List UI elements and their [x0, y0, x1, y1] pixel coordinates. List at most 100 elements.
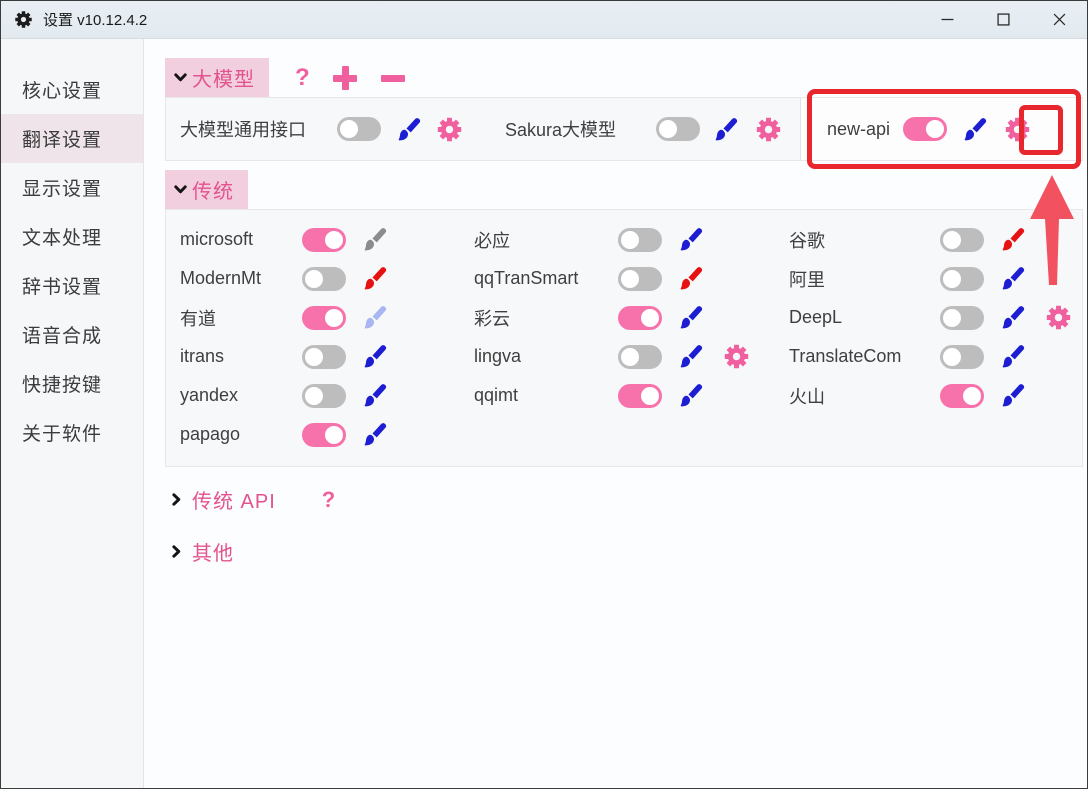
brush-icon[interactable] — [961, 116, 988, 143]
toggle-knob — [325, 309, 343, 327]
close-button[interactable] — [1031, 1, 1087, 38]
brush-icon[interactable] — [999, 343, 1026, 370]
service-toggle[interactable] — [618, 306, 662, 330]
settings-window: 设置 v10.12.4.2 核心设置 翻译设置 显示设置 文本处理 辞书设置 语… — [0, 0, 1088, 789]
traditional-api-help-button[interactable]: ? — [322, 489, 335, 511]
brush-icon[interactable] — [999, 382, 1026, 409]
service-label: 谷歌 — [789, 227, 940, 253]
llm-section-header: 大模型 ? — [165, 58, 1083, 97]
service-label: lingva — [474, 346, 618, 367]
toggle-knob — [641, 309, 659, 327]
remove-llm-button[interactable] — [380, 65, 406, 91]
brush-icon[interactable] — [999, 265, 1026, 292]
sidebar-item-core[interactable]: 核心设置 — [1, 65, 143, 114]
brush-icon[interactable] — [677, 265, 704, 292]
brush-icon[interactable] — [999, 304, 1026, 331]
gear-icon[interactable] — [1045, 304, 1072, 331]
sidebar-item-tts[interactable]: 语音合成 — [1, 310, 143, 359]
brush-icon[interactable] — [999, 226, 1026, 253]
service-row: lingva — [460, 337, 775, 376]
llm-section-title: 大模型 — [192, 63, 255, 92]
toggle-knob — [621, 231, 639, 249]
service-label: itrans — [180, 346, 302, 367]
gear-icon[interactable] — [436, 116, 463, 143]
sidebar-item-about[interactable]: 关于软件 — [1, 408, 143, 457]
service-row: yandex — [166, 376, 460, 415]
service-label: qqimt — [474, 385, 618, 406]
main-content: 大模型 ? 大模型通用接口 Sakura大模型 — [144, 39, 1087, 789]
llm-help-button[interactable]: ? — [295, 66, 310, 90]
other-section-header[interactable]: 其他 — [169, 537, 1083, 566]
gear-icon[interactable] — [755, 116, 782, 143]
service-label: qqTranSmart — [474, 268, 618, 289]
brush-icon[interactable] — [361, 265, 388, 292]
maximize-icon — [997, 13, 1010, 26]
brush-icon[interactable] — [361, 343, 388, 370]
sidebar-item-display[interactable]: 显示设置 — [1, 163, 143, 212]
service-toggle[interactable] — [302, 384, 346, 408]
service-toggle[interactable] — [302, 228, 346, 252]
service-row: qqTranSmart — [460, 259, 775, 298]
service-toggle[interactable] — [302, 423, 346, 447]
service-toggle[interactable] — [618, 384, 662, 408]
service-label: new-api — [827, 119, 903, 140]
service-toggle[interactable] — [940, 228, 984, 252]
service-row-llm-generic: 大模型通用接口 — [166, 116, 463, 143]
toggle-knob — [641, 387, 659, 405]
brush-icon[interactable] — [361, 226, 388, 253]
service-toggle[interactable] — [656, 117, 700, 141]
service-row: 彩云 — [460, 298, 775, 337]
service-row: papago — [166, 415, 460, 454]
sidebar-item-text-processing[interactable]: 文本处理 — [1, 212, 143, 261]
toggle-knob — [305, 387, 323, 405]
add-llm-button[interactable] — [332, 65, 358, 91]
service-row: 谷歌 — [775, 220, 1082, 259]
toggle-knob — [621, 270, 639, 288]
traditional-section-toggle[interactable]: 传统 — [165, 170, 248, 209]
gear-icon[interactable] — [1004, 116, 1031, 143]
traditional-column-2: 必应 qqTranSmart 彩云 li — [460, 220, 775, 454]
minimize-button[interactable] — [919, 1, 975, 38]
service-toggle[interactable] — [302, 306, 346, 330]
close-icon — [1053, 13, 1066, 26]
service-toggle[interactable] — [302, 345, 346, 369]
chevron-right-icon — [169, 544, 184, 559]
toggle-knob — [943, 309, 961, 327]
sidebar-item-dictionary[interactable]: 辞书设置 — [1, 261, 143, 310]
sidebar-item-hotkeys[interactable]: 快捷按键 — [1, 359, 143, 408]
service-label: 有道 — [180, 305, 302, 331]
service-toggle[interactable] — [337, 117, 381, 141]
toggle-knob — [305, 270, 323, 288]
service-toggle[interactable] — [940, 345, 984, 369]
service-label: Sakura大模型 — [505, 116, 656, 142]
brush-icon[interactable] — [677, 382, 704, 409]
service-row: qqimt — [460, 376, 775, 415]
service-row: itrans — [166, 337, 460, 376]
brush-icon[interactable] — [361, 382, 388, 409]
traditional-api-section-header[interactable]: 传统 API ? — [169, 485, 1083, 514]
service-toggle[interactable] — [302, 267, 346, 291]
service-toggle[interactable] — [903, 117, 947, 141]
llm-section-toggle[interactable]: 大模型 — [165, 58, 269, 97]
brush-icon[interactable] — [361, 421, 388, 448]
service-toggle[interactable] — [618, 345, 662, 369]
brush-icon[interactable] — [677, 343, 704, 370]
sidebar-item-translation[interactable]: 翻译设置 — [1, 114, 143, 163]
traditional-section-header: 传统 — [165, 170, 1083, 209]
gear-icon[interactable] — [723, 343, 750, 370]
brush-icon[interactable] — [395, 116, 422, 143]
traditional-api-title: 传统 API — [192, 485, 276, 514]
chevron-down-icon — [173, 182, 188, 197]
brush-icon[interactable] — [712, 116, 739, 143]
service-toggle[interactable] — [618, 267, 662, 291]
brush-icon[interactable] — [677, 304, 704, 331]
maximize-button[interactable] — [975, 1, 1031, 38]
service-toggle[interactable] — [940, 384, 984, 408]
service-toggle[interactable] — [940, 306, 984, 330]
service-toggle[interactable] — [618, 228, 662, 252]
traditional-section-title: 传统 — [192, 175, 234, 204]
service-row: 阿里 — [775, 259, 1082, 298]
brush-icon[interactable] — [361, 304, 388, 331]
service-toggle[interactable] — [940, 267, 984, 291]
brush-icon[interactable] — [677, 226, 704, 253]
